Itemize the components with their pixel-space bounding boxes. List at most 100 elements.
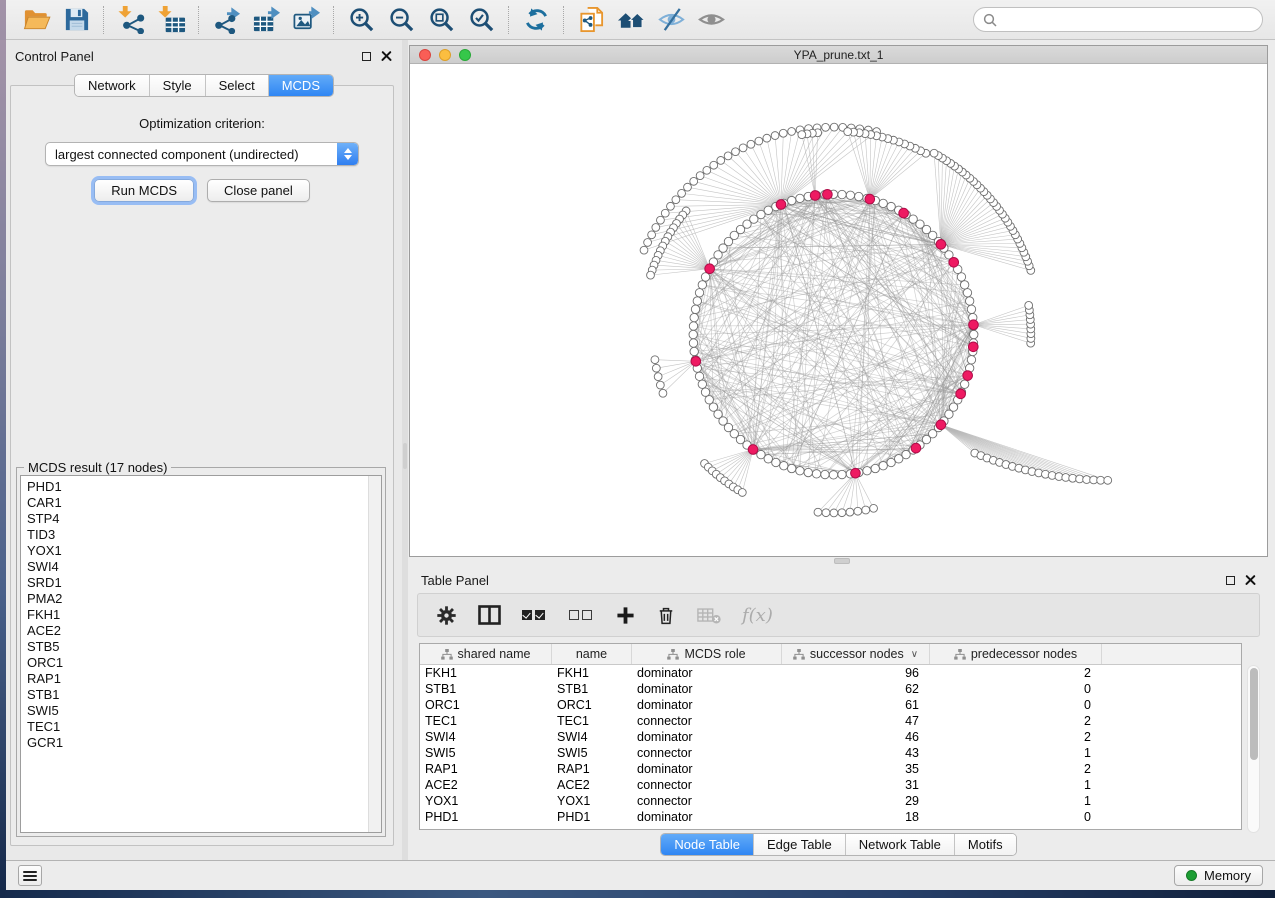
table-cell[interactable]: 62 xyxy=(782,681,930,697)
network-node[interactable] xyxy=(656,381,664,389)
table-row[interactable]: PHD1PHD1dominator180 xyxy=(420,809,1241,825)
network-node[interactable] xyxy=(747,140,755,148)
network-node[interactable] xyxy=(822,509,830,517)
delete-column-button[interactable] xyxy=(656,605,676,626)
mcds-dominator-node[interactable] xyxy=(776,200,786,210)
table-cell[interactable]: dominator xyxy=(632,665,782,681)
table-cell[interactable]: ACE2 xyxy=(552,777,632,793)
network-node[interactable] xyxy=(690,177,698,185)
table-cell[interactable]: dominator xyxy=(632,809,782,825)
network-node[interactable] xyxy=(960,380,968,388)
network-node[interactable] xyxy=(698,281,706,289)
table-cell[interactable]: 2 xyxy=(930,665,1102,681)
search-input[interactable] xyxy=(1003,12,1253,27)
table-cell[interactable]: ACE2 xyxy=(420,777,552,793)
network-node[interactable] xyxy=(970,330,978,338)
table-cell[interactable]: 47 xyxy=(782,713,930,729)
network-graph[interactable] xyxy=(410,64,1267,556)
table-cell[interactable]: 18 xyxy=(782,809,930,825)
splitter-grip[interactable] xyxy=(403,443,407,469)
mcds-result-item[interactable]: TEC1 xyxy=(27,719,365,735)
network-node[interactable] xyxy=(739,144,747,152)
mcds-dominator-node[interactable] xyxy=(810,191,820,201)
network-node[interactable] xyxy=(963,289,971,297)
tab-node-table[interactable]: Node Table xyxy=(661,834,754,855)
close-panel-icon[interactable] xyxy=(381,51,392,62)
table-cell[interactable]: dominator xyxy=(632,681,782,697)
network-node[interactable] xyxy=(855,192,863,200)
network-node[interactable] xyxy=(672,196,680,204)
network-node[interactable] xyxy=(652,364,660,372)
table-cell[interactable] xyxy=(1102,697,1241,713)
network-node[interactable] xyxy=(710,161,718,169)
network-node[interactable] xyxy=(821,470,829,478)
table-cell[interactable] xyxy=(1102,761,1241,777)
mcds-dominator-node[interactable] xyxy=(691,356,701,366)
table-cell[interactable] xyxy=(1102,665,1241,681)
network-node[interactable] xyxy=(787,464,795,472)
network-canvas[interactable] xyxy=(410,64,1267,556)
table-cell[interactable]: 96 xyxy=(782,665,930,681)
create-column-button[interactable] xyxy=(616,606,635,625)
table-cell[interactable]: dominator xyxy=(632,761,782,777)
table-cell[interactable]: connector xyxy=(632,793,782,809)
network-node[interactable] xyxy=(960,281,968,289)
network-node[interactable] xyxy=(690,313,698,321)
refresh-view-button[interactable] xyxy=(516,3,556,37)
table-cell[interactable] xyxy=(1102,793,1241,809)
zoom-fit-button[interactable] xyxy=(421,3,461,37)
network-node[interactable] xyxy=(689,330,697,338)
table-cell[interactable]: 1 xyxy=(930,745,1102,761)
table-cell[interactable]: 2 xyxy=(930,761,1102,777)
network-node[interactable] xyxy=(879,199,887,207)
network-node[interactable] xyxy=(838,470,846,478)
network-node[interactable] xyxy=(657,216,665,224)
network-node[interactable] xyxy=(967,305,975,313)
hide-selected-button[interactable] xyxy=(651,3,691,37)
table-cell[interactable]: YOX1 xyxy=(420,793,552,809)
network-node[interactable] xyxy=(763,134,771,142)
mcds-result-item[interactable]: PHD1 xyxy=(27,479,365,495)
table-cell[interactable] xyxy=(1102,713,1241,729)
network-node[interactable] xyxy=(693,297,701,305)
tab-style[interactable]: Style xyxy=(150,75,206,96)
network-node[interactable] xyxy=(703,166,711,174)
mcds-result-item[interactable]: TID3 xyxy=(27,527,365,543)
mcds-result-item[interactable]: SWI5 xyxy=(27,703,365,719)
tab-edge-table[interactable]: Edge Table xyxy=(754,834,846,855)
network-node[interactable] xyxy=(812,470,820,478)
table-row[interactable]: SWI5SWI5connector431 xyxy=(420,745,1241,761)
mcds-dominator-node[interactable] xyxy=(936,240,946,250)
table-row[interactable]: ACE2ACE2connector311 xyxy=(420,777,1241,793)
scrollbar-thumb[interactable] xyxy=(1250,668,1258,760)
network-node[interactable] xyxy=(698,380,706,388)
duplicate-network-button[interactable] xyxy=(571,3,611,37)
table-cell[interactable]: 0 xyxy=(930,697,1102,713)
table-cell[interactable]: dominator xyxy=(632,729,782,745)
table-cell[interactable]: 61 xyxy=(782,697,930,713)
table-cell[interactable]: 35 xyxy=(782,761,930,777)
zoom-in-button[interactable] xyxy=(341,3,381,37)
table-cell[interactable]: 1 xyxy=(930,793,1102,809)
network-node[interactable] xyxy=(690,347,698,355)
table-cell[interactable]: connector xyxy=(632,777,782,793)
tab-network[interactable]: Network xyxy=(75,75,150,96)
mcds-result-item[interactable]: STP4 xyxy=(27,511,365,527)
mcds-dominator-node[interactable] xyxy=(823,190,833,200)
network-node[interactable] xyxy=(814,508,822,516)
mcds-result-item[interactable]: GCR1 xyxy=(27,735,365,751)
network-node[interactable] xyxy=(755,137,763,145)
column-header-mcds-role[interactable]: MCDS role xyxy=(632,644,782,664)
tab-motifs[interactable]: Motifs xyxy=(955,834,1016,855)
mcds-dominator-node[interactable] xyxy=(963,371,973,381)
network-node[interactable] xyxy=(647,271,655,279)
network-node[interactable] xyxy=(870,504,878,512)
network-node[interactable] xyxy=(844,128,852,136)
network-node[interactable] xyxy=(695,289,703,297)
network-node[interactable] xyxy=(644,239,652,247)
export-network-button[interactable] xyxy=(206,3,246,37)
table-cell[interactable]: SWI4 xyxy=(552,729,632,745)
network-node[interactable] xyxy=(957,273,965,281)
first-neighbors-button[interactable] xyxy=(611,3,651,37)
table-cell[interactable]: 29 xyxy=(782,793,930,809)
